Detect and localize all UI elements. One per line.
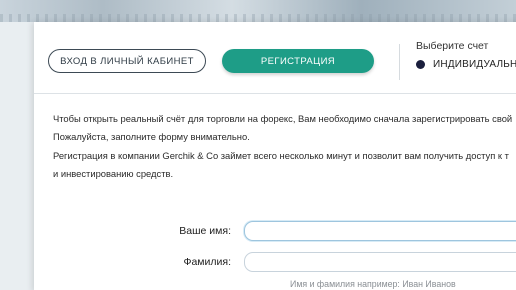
- intro-line: Пожалуйста, заполните форму внимательно.: [53, 131, 250, 143]
- name-hint: Имя и фамилия например: Иван Иванов: [290, 279, 456, 289]
- intro-line: Регистрация в компании Gerchik & Co займ…: [53, 149, 509, 161]
- first-name-label: Ваше имя:: [179, 225, 231, 237]
- vertical-divider: [399, 44, 400, 80]
- last-name-label: Фамилия:: [183, 256, 231, 268]
- intro-line: Чтобы открыть реальный счёт для торговли…: [53, 113, 513, 124]
- radio-selected-icon[interactable]: [416, 60, 425, 69]
- register-button-label: РЕГИСТРАЦИЯ: [260, 55, 336, 67]
- account-option-individual[interactable]: ИНДИВИДУАЛЬНЫ: [416, 59, 516, 70]
- account-option-label: ИНДИВИДУАЛЬНЫ: [433, 59, 516, 70]
- login-button[interactable]: ВХОД В ЛИЧНЫЙ КАБИНЕТ: [48, 49, 206, 73]
- intro-line: и инвестированию средств.: [53, 167, 174, 179]
- login-button-label: ВХОД В ЛИЧНЫЙ КАБИНЕТ: [60, 55, 194, 67]
- last-name-input[interactable]: [244, 252, 516, 272]
- hero-background: [0, 0, 516, 22]
- horizontal-divider: [34, 93, 516, 94]
- registration-card: ВХОД В ЛИЧНЫЙ КАБИНЕТ РЕГИСТРАЦИЯ Выбери…: [34, 22, 516, 290]
- intro-text: Чтобы открыть реальный счёт для торговли…: [53, 110, 516, 183]
- register-button[interactable]: РЕГИСТРАЦИЯ: [222, 49, 374, 73]
- account-type-title: Выберите счет: [416, 40, 489, 52]
- first-name-input[interactable]: [244, 221, 516, 241]
